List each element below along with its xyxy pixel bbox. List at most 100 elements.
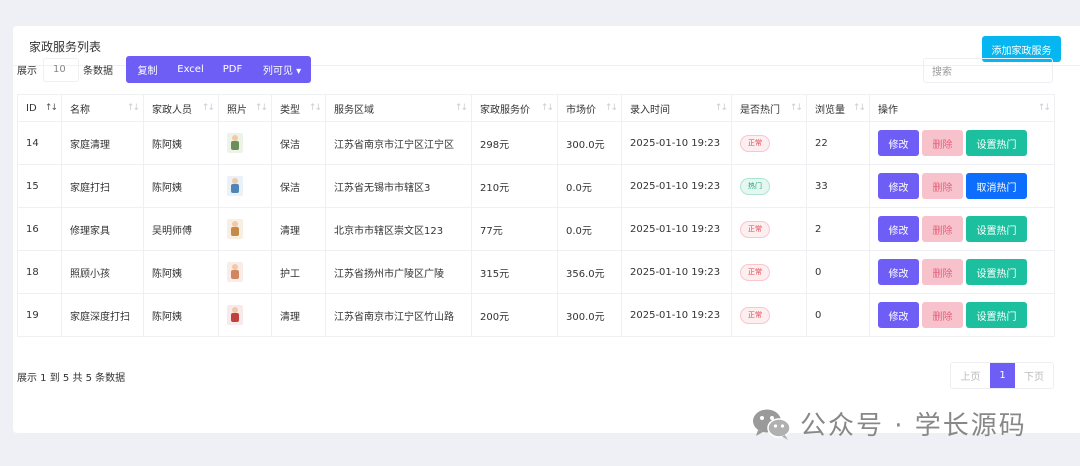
delete-button[interactable]: 删除 (922, 173, 963, 199)
cell-type: 清理 (271, 293, 326, 337)
cell-actions: 修改 删除 设置热门 (869, 121, 1055, 165)
cell-views: 2 (806, 207, 870, 251)
column-visibility-button[interactable]: 列可见 ▾ (253, 56, 311, 83)
cell-actions: 修改 删除 设置热门 (869, 207, 1055, 251)
col-header-time[interactable]: 录入时间 ↑↓ (621, 94, 732, 122)
cell-time: 2025-01-10 19:23 (621, 121, 732, 165)
staff-photo[interactable] (227, 176, 243, 196)
col-header-actions[interactable]: 操作 ↑↓ (869, 94, 1055, 122)
delete-button[interactable]: 删除 (922, 216, 963, 242)
prev-page-button[interactable]: 上页 (951, 363, 990, 388)
cell-name: 照顾小孩 (61, 250, 144, 294)
cell-area: 北京市市辖区崇文区123 (325, 207, 472, 251)
cell-views: 22 (806, 121, 870, 165)
cell-hot: 正常 (731, 207, 807, 251)
pdf-button[interactable]: PDF (212, 56, 253, 83)
table-toolbar: 展示 10 条数据 复制 Excel PDF 列可见 ▾ (17, 56, 311, 83)
set-hot-button[interactable]: 设置热门 (966, 216, 1027, 242)
cell-price: 77元 (471, 207, 558, 251)
cell-photo (218, 121, 272, 165)
staff-photo[interactable] (227, 219, 243, 239)
excel-button[interactable]: Excel (169, 56, 212, 83)
search-input[interactable]: 搜索 (923, 58, 1053, 83)
cell-market-price: 300.0元 (557, 293, 622, 337)
delete-button[interactable]: 删除 (922, 302, 963, 328)
staff-photo[interactable] (227, 305, 243, 325)
cell-market-price: 0.0元 (557, 164, 622, 208)
copy-button[interactable]: 复制 (126, 56, 169, 83)
cell-price: 210元 (471, 164, 558, 208)
staff-photo[interactable] (227, 262, 243, 282)
delete-button[interactable]: 删除 (922, 130, 963, 156)
cell-actions: 修改 删除 设置热门 (869, 293, 1055, 337)
cell-hot: 正常 (731, 293, 807, 337)
pagination: 上页 1 下页 (950, 362, 1054, 389)
table-row: 18 照顾小孩 陈阿姨 护工 江苏省扬州市广陵区广陵 315元 356.0元 2025-01-… (17, 250, 1055, 294)
col-header-price[interactable]: 家政服务价 ↑↓ (471, 94, 558, 122)
cell-hot: 正常 (731, 121, 807, 165)
col-header-photo[interactable]: 照片 ↑↓ (218, 94, 272, 122)
cell-market-price: 0.0元 (557, 207, 622, 251)
cell-price: 200元 (471, 293, 558, 337)
table-row: 15 家庭打扫 陈阿姨 保洁 江苏省无锡市市辖区3 210元 0.0元 2025-01-10 … (17, 164, 1055, 208)
edit-button[interactable]: 修改 (878, 173, 919, 199)
col-header-area[interactable]: 服务区域 ↑↓ (325, 94, 472, 122)
cell-photo (218, 207, 272, 251)
edit-button[interactable]: 修改 (878, 302, 919, 328)
cell-name: 家庭深度打扫 (61, 293, 144, 337)
cell-actions: 修改 删除 取消热门 (869, 164, 1055, 208)
set-hot-button[interactable]: 设置热门 (966, 130, 1027, 156)
next-page-button[interactable]: 下页 (1015, 363, 1053, 388)
col-header-id[interactable]: ID ↑↓ (17, 94, 62, 122)
cell-time: 2025-01-10 19:23 (621, 164, 732, 208)
staff-photo[interactable] (227, 133, 243, 153)
table-row: 19 家庭深度打扫 陈阿姨 清理 江苏省南京市江宁区竹山路 200元 300.0元 2025-… (17, 293, 1055, 337)
edit-button[interactable]: 修改 (878, 130, 919, 156)
cell-id: 15 (17, 164, 62, 208)
cell-time: 2025-01-10 19:23 (621, 207, 732, 251)
cell-name: 家庭清理 (61, 121, 144, 165)
cell-id: 19 (17, 293, 62, 337)
hot-status-badge: 正常 (740, 306, 770, 324)
col-header-hot[interactable]: 是否热门 ↑↓ (731, 94, 807, 122)
service-table: ID ↑↓ 名称 ↑↓ 家政人员 ↑↓ 照片 ↑↓ 类型 ↑↓ 服务区域 ↑↓ 家政服务价 ↑… (17, 94, 1055, 337)
show-suffix: 条数据 (83, 66, 113, 77)
page-length-value: 10 (53, 64, 66, 75)
cell-actions: 修改 删除 设置热门 (869, 250, 1055, 294)
cell-photo (218, 164, 272, 208)
cell-hot: 热门 (731, 164, 807, 208)
cell-type: 护工 (271, 250, 326, 294)
col-header-type[interactable]: 类型 ↑↓ (271, 94, 326, 122)
cell-id: 16 (17, 207, 62, 251)
edit-button[interactable]: 修改 (878, 259, 919, 285)
delete-button[interactable]: 删除 (922, 259, 963, 285)
watermark: 公众号 · 学长源码 (752, 405, 1027, 442)
table-row: 16 修理家具 吴明师傅 清理 北京市市辖区崇文区123 77元 0.0元 2025-01-1… (17, 207, 1055, 251)
col-header-staff[interactable]: 家政人员 ↑↓ (143, 94, 219, 122)
cancel-hot-button[interactable]: 取消热门 (966, 173, 1027, 199)
cell-staff: 陈阿姨 (143, 121, 219, 165)
cell-views: 0 (806, 293, 870, 337)
col-header-views[interactable]: 浏览量 ↑↓ (806, 94, 870, 122)
pagination-info: 展示 1 到 5 共 5 条数据 (17, 373, 126, 384)
page-length-select[interactable]: 10 (43, 57, 79, 82)
col-header-market[interactable]: 市场价 ↑↓ (557, 94, 622, 122)
table-row: 14 家庭清理 陈阿姨 保洁 江苏省南京市江宁区江宁区 298元 300.0元 2025-01… (17, 121, 1055, 165)
cell-staff: 陈阿姨 (143, 250, 219, 294)
cell-area: 江苏省南京市江宁区竹山路 (325, 293, 472, 337)
set-hot-button[interactable]: 设置热门 (966, 259, 1027, 285)
edit-button[interactable]: 修改 (878, 216, 919, 242)
cell-price: 298元 (471, 121, 558, 165)
cell-views: 33 (806, 164, 870, 208)
page-title: 家政服务列表 (29, 40, 102, 54)
page-1-button[interactable]: 1 (990, 363, 1015, 388)
cell-hot: 正常 (731, 250, 807, 294)
wechat-icon (752, 407, 792, 441)
col-header-name[interactable]: 名称 ↑↓ (61, 94, 144, 122)
show-prefix: 展示 (17, 66, 37, 77)
watermark-text: 公众号 · 学长源码 (800, 411, 1027, 441)
export-button-group: 复制 Excel PDF 列可见 ▾ (126, 56, 311, 83)
set-hot-button[interactable]: 设置热门 (966, 302, 1027, 328)
hot-status-badge: 正常 (740, 220, 770, 238)
cell-area: 江苏省无锡市市辖区3 (325, 164, 472, 208)
